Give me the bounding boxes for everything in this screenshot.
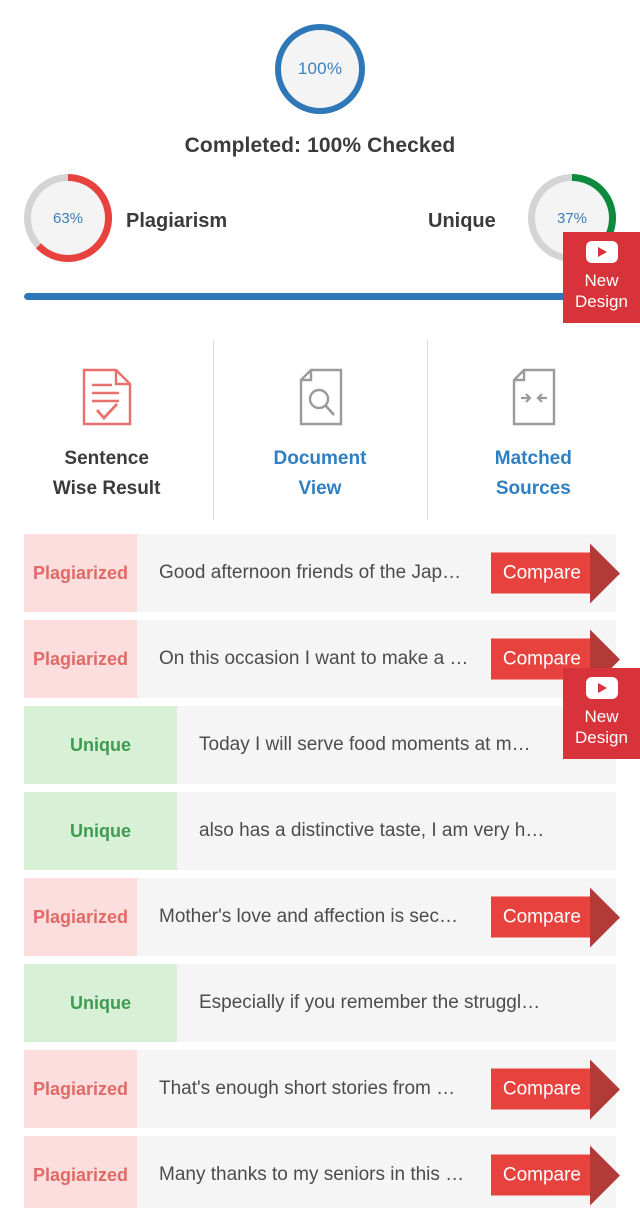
plagiarism-donut-center: 63%	[31, 181, 105, 255]
compare-button[interactable]: Compare	[490, 543, 620, 603]
youtube-play-icon	[585, 241, 618, 263]
compare-arrow-icon	[590, 887, 620, 947]
compare-button-label: Compare	[490, 1154, 591, 1196]
status-badge: Unique	[24, 964, 177, 1042]
document-search-icon	[294, 368, 346, 426]
table-row[interactable]: Unique Today I will serve food moments a…	[24, 706, 616, 784]
compare-button[interactable]: Compare	[490, 1059, 620, 1119]
play-triangle-icon	[598, 683, 607, 693]
table-row[interactable]: Plagiarized That's enough short stories …	[24, 1050, 620, 1128]
compare-arrow-icon	[590, 1145, 620, 1205]
document-check-icon	[81, 368, 133, 426]
completed-status-text: Completed: 100% Checked	[184, 134, 456, 157]
table-row[interactable]: Plagiarized Many thanks to my seniors in…	[24, 1136, 620, 1208]
tab-matched-sources-label: Matched Sources	[495, 444, 572, 505]
tab-label-line2: View	[298, 478, 342, 500]
table-row[interactable]: Unique Especially if you remember the st…	[24, 964, 616, 1042]
tab-label-line2: Sources	[495, 478, 571, 500]
plagiarism-donut: 63%	[24, 174, 112, 262]
tab-label-line1: Matched	[494, 448, 572, 469]
status-badge: Unique	[24, 792, 177, 870]
status-badge: Plagiarized	[24, 534, 137, 612]
check-progress-bar	[24, 293, 616, 300]
plagiarism-value: 63%	[52, 209, 84, 227]
compare-button[interactable]: Compare	[490, 887, 620, 947]
status-badge: Plagiarized	[24, 620, 137, 698]
new-design-badge-top[interactable]: New Design	[563, 232, 640, 323]
sentence-text: Today I will serve food moments at m…	[199, 734, 531, 755]
new-design-badge-bottom[interactable]: New Design	[563, 668, 640, 759]
check-progress-fill	[24, 293, 616, 300]
tab-sentence-wise-result[interactable]: Sentence Wise Result	[0, 340, 213, 520]
table-row[interactable]: Plagiarized On this occasion I want to m…	[24, 620, 620, 698]
new-design-line1: New	[584, 271, 619, 290]
sentence-text: also has a distinctive taste, I am very …	[199, 820, 545, 841]
overall-progress-value: 100%	[297, 59, 343, 78]
tab-label-line1: Document	[273, 448, 367, 469]
sentence-text: Especially if you remember the struggl…	[199, 992, 541, 1013]
tab-document-view-label: Document View	[274, 444, 367, 505]
table-row[interactable]: Plagiarized Mother's love and affection …	[24, 878, 620, 956]
tab-document-view[interactable]: Document View	[213, 340, 426, 520]
document-arrows-icon	[507, 368, 559, 426]
compare-button-label: Compare	[490, 896, 591, 938]
sentence-result-list: Plagiarized Good afternoon friends of th…	[24, 534, 620, 1208]
unique-label: Unique	[428, 210, 496, 232]
compare-arrow-icon	[590, 1059, 620, 1119]
play-triangle-icon	[598, 247, 607, 257]
unique-value: 37%	[556, 209, 588, 227]
table-row[interactable]: Unique also has a distinctive taste, I a…	[24, 792, 616, 870]
status-badge: Plagiarized	[24, 1136, 137, 1208]
new-design-line2: Design	[575, 292, 628, 312]
youtube-play-icon	[585, 677, 618, 699]
overall-progress-gauge: 100%	[275, 24, 365, 114]
tab-label-line2: Wise Result	[52, 478, 161, 500]
new-design-line1: New	[584, 707, 619, 726]
status-badge: Unique	[24, 706, 177, 784]
plagiarism-label: Plagiarism	[126, 210, 228, 232]
table-row[interactable]: Plagiarized Good afternoon friends of th…	[24, 534, 620, 612]
compare-arrow-icon	[590, 543, 620, 603]
new-design-line2: Design	[575, 728, 628, 748]
compare-button[interactable]: Compare	[490, 1145, 620, 1205]
compare-button-label: Compare	[490, 552, 591, 594]
plagiarism-result-screen: 100% Completed: 100% Checked 63% Plagiar…	[0, 0, 640, 1208]
tab-matched-sources[interactable]: Matched Sources	[426, 340, 640, 520]
tab-sentence-wise-result-label: Sentence Wise Result	[53, 444, 161, 505]
compare-button-label: Compare	[490, 1068, 591, 1110]
status-badge: Plagiarized	[24, 1050, 137, 1128]
score-gauges: 63% Plagiarism Unique 37%	[0, 174, 640, 266]
tab-label-line1: Sentence	[64, 448, 149, 469]
overall-progress-gauge-wrap: 100%	[0, 24, 640, 114]
result-view-tabs: Sentence Wise Result Document View Match…	[0, 340, 640, 520]
status-badge: Plagiarized	[24, 878, 137, 956]
